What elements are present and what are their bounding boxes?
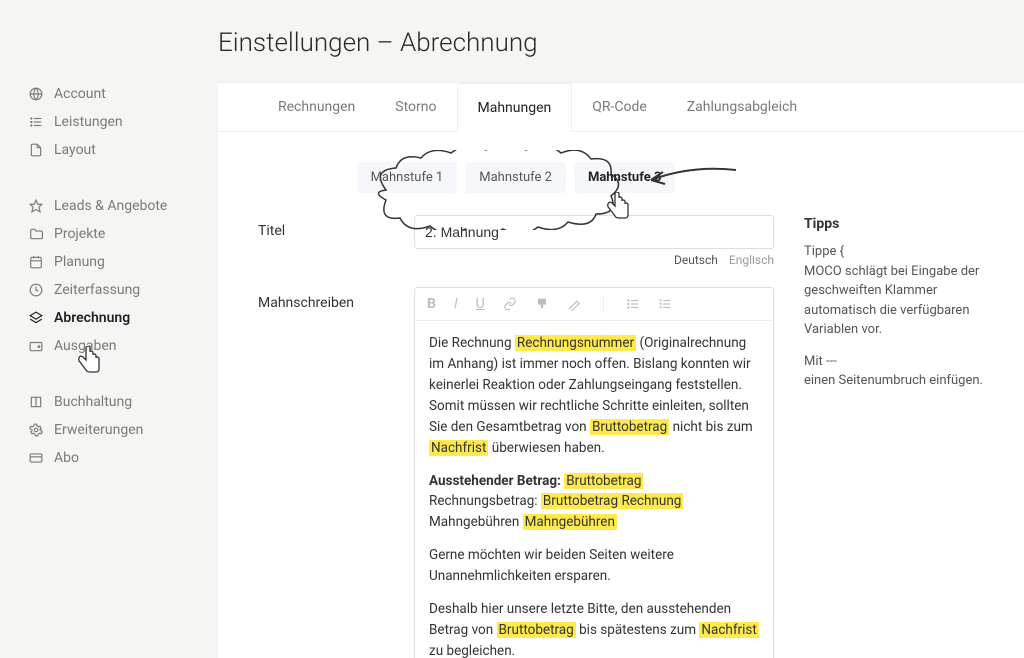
sidebar-item-zeiterfassung[interactable]: Zeiterfassung <box>28 276 218 304</box>
link-icon[interactable] <box>503 297 517 311</box>
wallet-icon <box>28 339 44 353</box>
editor-toolbar: B I U <box>415 288 773 321</box>
list-ol-icon[interactable] <box>658 297 672 311</box>
underline-icon[interactable]: U <box>476 296 485 312</box>
titel-label: Titel <box>258 215 414 239</box>
sidebar-item-label: Buchhaltung <box>54 394 132 410</box>
sidebar-item-projekte[interactable]: Projekte <box>28 220 218 248</box>
tips-title: Tipps <box>804 216 984 232</box>
var-rechnungsnummer: Rechnungsnummer <box>515 335 636 351</box>
tab-storno[interactable]: Storno <box>375 83 456 131</box>
credit-card-icon <box>28 451 44 465</box>
clock-icon <box>28 283 44 297</box>
sidebar-item-label: Projekte <box>54 226 105 242</box>
book-icon <box>28 395 44 409</box>
bold-icon[interactable]: B <box>427 296 436 312</box>
highlighter-icon[interactable] <box>567 297 581 311</box>
var-nachfrist: Nachfrist <box>429 440 488 456</box>
sidebar-item-erweiterungen[interactable]: Erweiterungen <box>28 416 218 444</box>
mahnstufe-3[interactable]: Mahnstufe 3 <box>574 162 675 193</box>
globe-icon <box>28 87 44 101</box>
sidebar-item-label: Ausgaben <box>54 338 117 354</box>
list-icon <box>28 115 44 129</box>
sidebar-item-label: Abo <box>54 450 79 466</box>
list-ul-icon[interactable] <box>626 297 640 311</box>
var-mahngebuehren: Mahngebühren <box>523 514 617 530</box>
sidebar-item-leistungen[interactable]: Leistungen <box>28 108 218 136</box>
folder-icon <box>28 227 44 241</box>
editor-body[interactable]: Die Rechnung Rechnungsnummer (Originalre… <box>415 321 773 658</box>
page-title: Einstellungen – Abrechnung <box>218 28 1024 58</box>
tips-panel: Tipps Tippe {MOCO schlägt bei Eingabe de… <box>804 162 984 658</box>
language-selector: Deutsch Englisch <box>414 253 774 267</box>
sidebar-item-abo[interactable]: Abo <box>28 444 218 472</box>
var-bruttobetrag-rechnung: Bruttobetrag Rechnung <box>541 493 683 509</box>
sidebar-item-ausgaben[interactable]: Ausgaben <box>28 332 218 360</box>
sidebar-item-account[interactable]: Account <box>28 80 218 108</box>
sidebar-item-label: Layout <box>54 142 96 158</box>
mahnschreiben-editor[interactable]: B I U <box>414 287 774 658</box>
sidebar-item-planung[interactable]: Planung <box>28 248 218 276</box>
sidebar: Account Leistungen Layout Leads & Angebote… <box>0 0 218 658</box>
sidebar-item-buchhaltung[interactable]: Buchhaltung <box>28 388 218 416</box>
var-nachfrist: Nachfrist <box>699 622 758 638</box>
sidebar-item-abrechnung[interactable]: Abrechnung <box>28 304 218 332</box>
sidebar-item-label: Erweiterungen <box>54 422 143 438</box>
layers-icon <box>28 311 44 325</box>
sidebar-item-label: Planung <box>54 254 105 270</box>
mahnstufe-1[interactable]: Mahnstufe 1 <box>357 162 458 193</box>
tab-rechnungen[interactable]: Rechnungen <box>258 83 375 131</box>
tab-mahnungen[interactable]: Mahnungen <box>457 83 573 132</box>
var-bruttobetrag: Bruttobetrag <box>564 473 643 489</box>
mahnstufe-2[interactable]: Mahnstufe 2 <box>465 162 566 193</box>
star-icon <box>28 199 44 213</box>
gear-icon <box>28 423 44 437</box>
settings-card: RechnungenStornoMahnungenQR-CodeZahlungs… <box>218 82 1024 658</box>
calendar-icon <box>28 255 44 269</box>
file-icon <box>28 143 44 157</box>
var-bruttobetrag: Bruttobetrag <box>590 419 669 435</box>
sidebar-item-label: Leistungen <box>54 114 123 130</box>
lang-en[interactable]: Englisch <box>729 253 774 267</box>
sidebar-item-label: Leads & Angebote <box>54 198 167 214</box>
lang-de[interactable]: Deutsch <box>674 253 718 267</box>
sidebar-item-leads-angebote[interactable]: Leads & Angebote <box>28 192 218 220</box>
tab-qr-code[interactable]: QR-Code <box>572 83 667 131</box>
sidebar-item-layout[interactable]: Layout <box>28 136 218 164</box>
main: Einstellungen – Abrechnung RechnungenSto… <box>218 0 1024 658</box>
tab-zahlungsabgleich[interactable]: Zahlungsabgleich <box>667 83 817 131</box>
sidebar-item-label: Abrechnung <box>54 310 130 326</box>
var-bruttobetrag: Bruttobetrag <box>497 622 576 638</box>
titel-input[interactable] <box>414 215 774 249</box>
sidebar-item-label: Account <box>54 86 106 102</box>
tabs: RechnungenStornoMahnungenQR-CodeZahlungs… <box>218 83 1024 132</box>
fill-icon[interactable] <box>535 297 549 311</box>
mahnschreiben-label: Mahnschreiben <box>258 287 414 311</box>
italic-icon[interactable]: I <box>454 296 458 312</box>
sidebar-item-label: Zeiterfassung <box>54 282 140 298</box>
mahnstufe-selector: Mahnstufe 1Mahnstufe 2 Mahnstufe 3 <box>357 162 676 193</box>
